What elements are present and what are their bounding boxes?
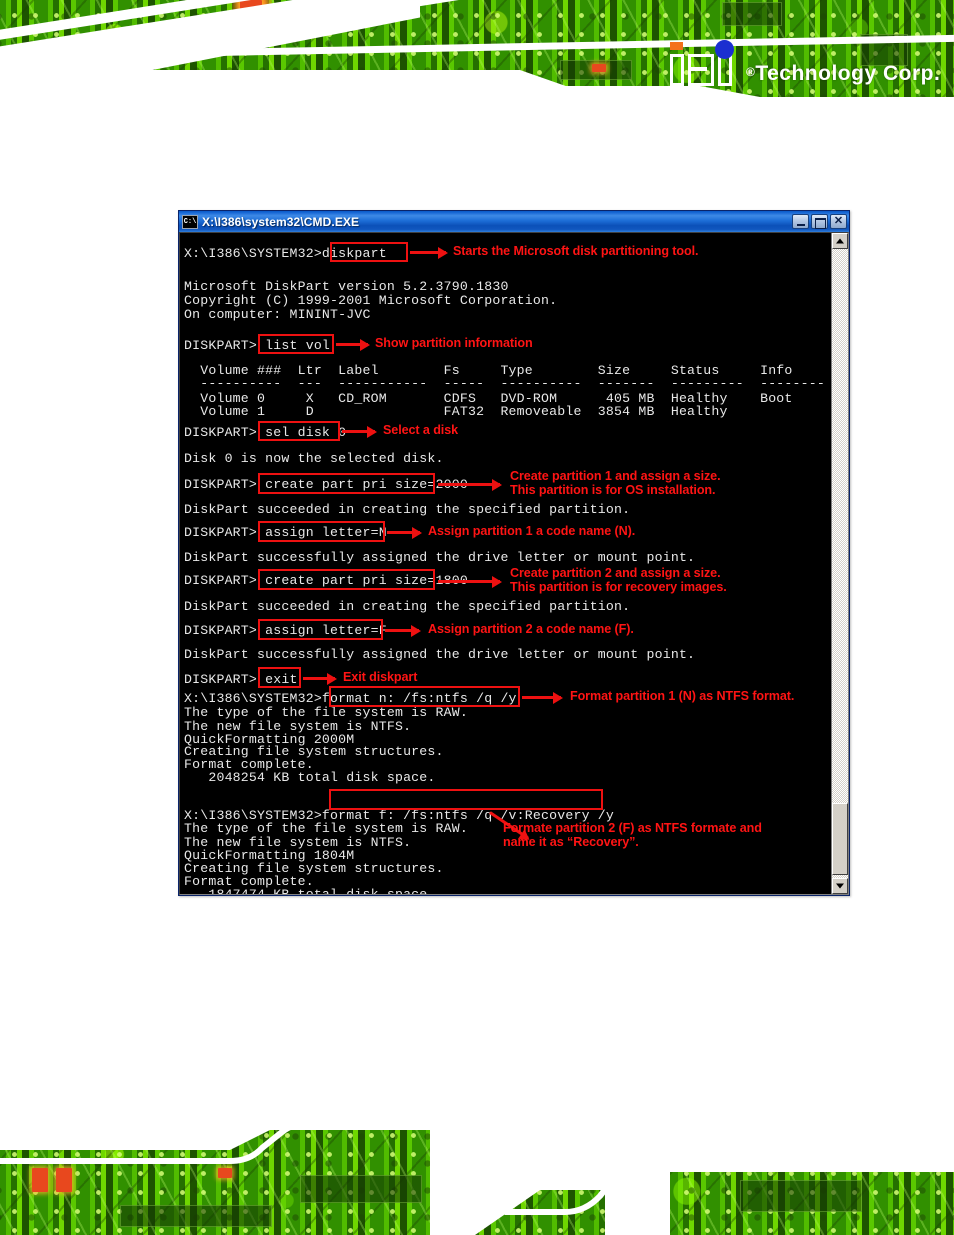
console-line: DISKPART> create part pri size=2000 (184, 477, 468, 492)
console-line: DISKPART> assign letter=F (184, 623, 387, 638)
logo-company-name: ®Technology Corp. (746, 63, 940, 88)
scroll-up-arrow-icon[interactable] (832, 233, 848, 249)
console-line: The type of the file system is RAW. (184, 705, 468, 720)
console-line: DISKPART> sel disk 0 (184, 425, 347, 440)
annotation-arrow (303, 672, 337, 685)
page-footer-banner (0, 1120, 954, 1235)
console-line: Copyright (C) 1999-2001 Microsoft Corpor… (184, 293, 558, 308)
console-line: X:\I386\SYSTEM32>format n: /fs:ntfs /q /… (184, 691, 517, 706)
highlight-box-format-f (329, 789, 603, 810)
iei-logo: ®Technology Corp. (668, 30, 954, 88)
restore-button[interactable] (811, 214, 828, 229)
footer-red-component (218, 1168, 232, 1178)
console-line: DiskPart succeeded in creating the speci… (184, 599, 631, 614)
restore-icon (815, 218, 826, 229)
annotation-arrow (336, 338, 370, 351)
console-line: DISKPART> exit (184, 672, 298, 687)
console-line: DISKPART> list vol (184, 338, 331, 353)
annotation-label: Assign partition 1 a code name (N). (428, 524, 636, 538)
registered-mark: ® (746, 65, 756, 79)
cmd-title-bar[interactable]: C:\ X:\I386\system32\CMD.EXE ✕ (179, 211, 849, 232)
annotation-arrow (385, 624, 421, 637)
footer-pcb-chip (300, 1175, 422, 1203)
cmd-client-area[interactable]: X:\I386\SYSTEM32>diskpart Microsoft Disk… (179, 232, 849, 895)
annotation-label: Exit diskpart (343, 670, 418, 684)
scrollbar-thumb[interactable] (832, 803, 848, 875)
pcb-red-component (592, 64, 606, 72)
annotation-arrow (342, 425, 377, 438)
annotation-label: Select a disk (383, 423, 459, 437)
console-line: X:\I386\SYSTEM32>diskpart (184, 246, 387, 261)
vertical-scrollbar[interactable] (831, 233, 848, 894)
console-line: DiskPart successfully assigned the drive… (184, 647, 696, 662)
console-line: Disk 0 is now the selected disk. (184, 451, 444, 466)
logo-letter-e-bar (691, 67, 707, 71)
console-line: Microsoft DiskPart version 5.2.3790.1830 (184, 279, 509, 294)
window-controls[interactable]: ✕ (792, 214, 847, 229)
console-line: DiskPart successfully assigned the drive… (184, 550, 696, 565)
annotation-label: Starts the Microsoft disk partitioning t… (453, 244, 699, 258)
logo-letter-i (670, 54, 684, 86)
console-line: 2048254 KB total disk space. (184, 770, 436, 785)
annotation-label: Create partition 2 and assign a size. Th… (510, 566, 727, 594)
footer-red-component (56, 1168, 72, 1192)
annotation-arrow (387, 526, 422, 539)
footer-pcb-chip (120, 1205, 272, 1227)
logo-orange-square-icon (670, 42, 683, 50)
cmd-window[interactable]: C:\ X:\I386\system32\CMD.EXE ✕ X:\I386\S… (178, 210, 850, 896)
console-line: The type of the file system is RAW. (184, 821, 468, 836)
console-output[interactable]: X:\I386\SYSTEM32>diskpart Microsoft Disk… (180, 233, 832, 894)
annotation-label: Format partition 1 (N) as NTFS format. (570, 689, 795, 703)
console-icon: C:\ (182, 214, 198, 229)
annotation-label: Create partition 1 and assign a size. Th… (510, 469, 721, 497)
annotation-label: Formate partition 2 (F) as NTFS formate … (503, 821, 762, 849)
triangle-down-icon (836, 883, 844, 889)
annotation-arrow (438, 575, 502, 588)
annotation-label: Assign partition 2 a code name (F). (428, 622, 634, 636)
pcb-chip (722, 2, 782, 26)
annotation-arrow (522, 691, 563, 704)
footer-pcb-chip (740, 1180, 862, 1212)
console-line: ---------- --- ----------- ----- -------… (184, 376, 825, 391)
annotation-label: Show partition information (375, 336, 533, 350)
close-icon: ✕ (833, 215, 844, 227)
page-header-banner: ®Technology Corp. (0, 0, 954, 112)
console-line: DISKPART> assign letter=N (184, 525, 387, 540)
scroll-down-arrow-icon[interactable] (832, 878, 848, 894)
close-button[interactable]: ✕ (830, 214, 847, 229)
footer-red-component (32, 1168, 48, 1192)
minimize-button[interactable] (792, 214, 809, 229)
minimize-icon (797, 224, 805, 226)
window-title: X:\I386\system32\CMD.EXE (202, 214, 360, 229)
console-line: On computer: MININT-JVC (184, 307, 371, 322)
triangle-up-icon (836, 238, 844, 244)
annotation-arrow (438, 478, 502, 491)
annotation-arrow (410, 246, 448, 259)
console-line: DISKPART> create part pri size=1800 (184, 573, 468, 588)
logo-blue-dot-icon (715, 40, 734, 59)
iei-logo-mark (668, 40, 740, 88)
console-line: DiskPart succeeded in creating the speci… (184, 502, 631, 517)
console-line: 1847474 KB total disk space. (184, 887, 436, 894)
logo-company-text: Technology Corp. (755, 62, 941, 85)
console-line: Volume 1 D FAT32 Removeable 3854 MB Heal… (184, 404, 728, 419)
